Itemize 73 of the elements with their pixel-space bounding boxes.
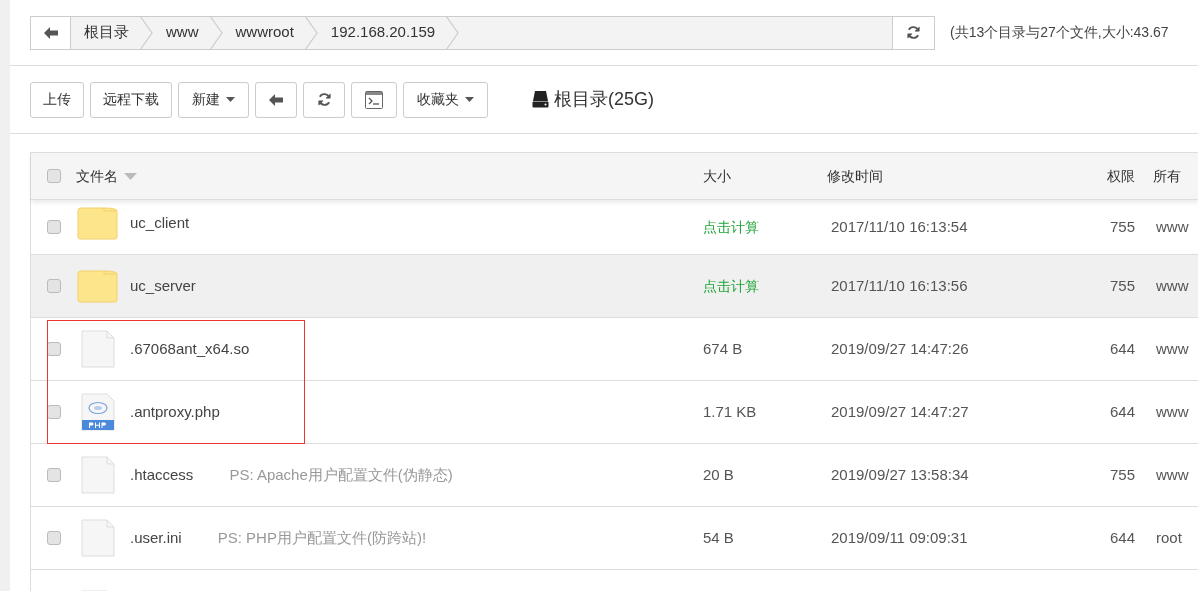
modified-time: 2019/09/11 09:09:31 (830, 527, 969, 548)
checkbox[interactable] (46, 220, 61, 234)
disk-icon (532, 91, 549, 108)
file-size: 1.71 KB (703, 401, 758, 422)
caret-icon (465, 97, 474, 102)
dropdown-button[interactable]: 新建 (178, 81, 249, 118)
modified-time: 2017/11/10 16:13:54 (830, 216, 969, 237)
file-icon (81, 456, 115, 494)
permission: 755 (1108, 216, 1135, 237)
checkbox[interactable] (46, 342, 61, 356)
refresh-button[interactable] (303, 81, 345, 118)
file-row[interactable]: uc_server 点击计算 2017/11/10 16:13:56 755 www (31, 255, 1198, 318)
file-size: 20 B (703, 464, 735, 485)
column-header[interactable]: 大小 (703, 165, 827, 187)
permission: 644 (1108, 527, 1135, 548)
toolbar-button[interactable]: 上传 (30, 81, 84, 118)
file-size: 674 B (703, 338, 744, 359)
modified-time: 2019/09/27 14:47:27 (830, 401, 970, 422)
owner: www (1156, 464, 1189, 485)
sort-icon (124, 172, 137, 180)
permission: 755 (1108, 464, 1135, 485)
directory-summary: (共13个目录与27个文件,大小:43.67 (950, 23, 1169, 42)
owner: www (1156, 338, 1189, 359)
caret-icon (226, 97, 235, 102)
file-icon (81, 330, 115, 368)
permission: 755 (1108, 275, 1135, 296)
owner: www (1156, 275, 1189, 296)
modified-time: 2019/09/27 14:47:26 (830, 338, 970, 359)
breadcrumb-item[interactable]: www (153, 21, 209, 44)
folder-icon (77, 206, 118, 240)
column-header[interactable]: 文件名 (76, 165, 118, 187)
file-icon (81, 519, 115, 557)
back-arrow-icon (269, 93, 283, 106)
file-name[interactable]: .user.ini (130, 526, 182, 550)
column-header[interactable]: 权限 (1089, 165, 1135, 187)
modified-time: 2019/09/27 13:58:34 (830, 464, 970, 485)
file-name[interactable]: .antproxy.php (130, 400, 220, 424)
php-file-icon (81, 393, 115, 431)
permission: 644 (1108, 338, 1135, 359)
breadcrumb-item[interactable]: wwwroot (222, 21, 304, 44)
breadcrumb-item[interactable]: 根目录 (71, 21, 139, 44)
file-note: PS: Apache用户配置文件(伪静态) (229, 464, 453, 485)
file-name[interactable]: uc_server (130, 274, 196, 298)
checkbox[interactable] (46, 169, 61, 183)
file-name[interactable]: uc_client (130, 211, 190, 235)
file-name[interactable]: .htaccess (130, 463, 194, 487)
permission: 644 (1108, 401, 1135, 422)
folder-icon (77, 269, 118, 303)
refresh-icon (316, 92, 332, 107)
toolbar-button[interactable]: 远程下载 (90, 81, 172, 118)
checkbox[interactable] (46, 405, 61, 419)
back-arrow-icon (43, 26, 58, 39)
owner: www (1156, 401, 1189, 422)
breadcrumb-item[interactable]: 192.168.20.159 (317, 21, 446, 44)
file-name[interactable]: .67068ant_x64.so (130, 337, 250, 361)
terminal-button[interactable] (351, 81, 397, 118)
checkbox[interactable] (46, 468, 61, 482)
column-header[interactable]: 所有 (1153, 165, 1181, 187)
file-size: 54 B (703, 527, 735, 548)
refresh-icon (906, 25, 921, 40)
refresh-button[interactable] (892, 16, 934, 49)
owner: www (1156, 216, 1189, 237)
disk-label: 根目录(25G) (554, 88, 654, 111)
checkbox[interactable] (46, 531, 61, 545)
file-note: PS: PHP用户配置文件(防跨站)! (217, 527, 427, 548)
checkbox[interactable] (46, 279, 61, 293)
back-button[interactable] (255, 81, 297, 118)
back-button[interactable] (31, 16, 71, 49)
dropdown-button[interactable]: 收藏夹 (403, 81, 488, 118)
owner: root (1156, 527, 1182, 548)
terminal-icon (365, 90, 383, 109)
column-header[interactable]: 修改时间 (827, 165, 1089, 187)
modified-time: 2017/11/10 16:13:56 (830, 275, 969, 296)
